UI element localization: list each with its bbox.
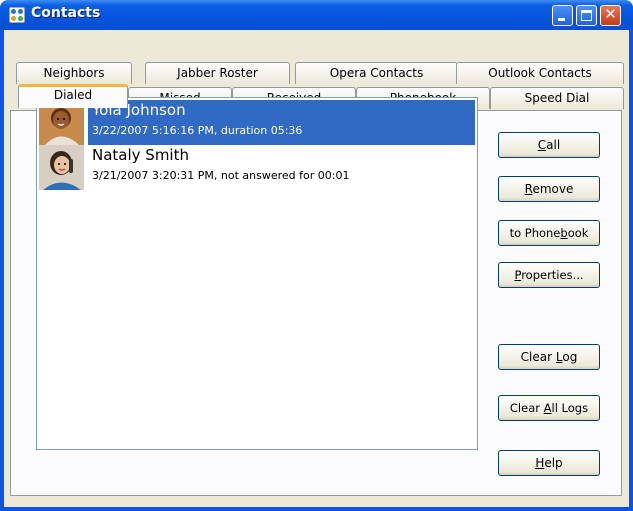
call-detail: 3/21/2007 3:20:31 PM, not answered for 0… xyxy=(92,169,350,182)
maximize-icon xyxy=(581,10,592,21)
minimize-button[interactable] xyxy=(552,5,573,26)
clear-log-button[interactable]: Clear Log xyxy=(498,344,600,370)
minimize-icon xyxy=(558,18,565,21)
contact-name: Nataly Smith xyxy=(92,146,189,164)
to-phonebook-label-post: ook xyxy=(567,226,589,240)
help-button[interactable]: Help xyxy=(498,450,600,476)
list-item-text: Yola Johnson 3/22/2007 5:16:16 PM, durat… xyxy=(88,100,475,145)
tab-dialed[interactable]: Dialed xyxy=(18,84,128,108)
tab-outlook-contacts[interactable]: Outlook Contacts xyxy=(456,62,624,84)
window-title: Contacts xyxy=(31,5,101,21)
remove-button-label-post: emove xyxy=(532,182,574,196)
clear-all-logs-label-pre: Clear xyxy=(509,401,544,415)
maximize-button[interactable] xyxy=(576,5,597,26)
call-button-label-post: all xyxy=(546,138,561,152)
clear-log-label-pre: Clear xyxy=(520,350,556,364)
clear-log-label-post: og xyxy=(562,350,578,364)
clear-all-logs-label-post: ll Logs xyxy=(551,401,589,415)
list-item-text: Nataly Smith 3/21/2007 3:20:31 PM, not a… xyxy=(88,145,475,190)
properties-label-post: roperties... xyxy=(521,268,584,282)
clear-all-logs-button[interactable]: Clear All Logs xyxy=(498,395,600,421)
call-button[interactable]: Call xyxy=(498,132,600,158)
tab-jabber-roster[interactable]: Jabber Roster xyxy=(145,62,290,84)
call-button-label-accel: C xyxy=(537,138,547,152)
close-icon: ✕ xyxy=(604,5,617,23)
properties-button[interactable]: Properties... xyxy=(498,262,600,288)
help-label-post: elp xyxy=(544,456,563,470)
contacts-app-icon xyxy=(9,7,25,23)
to-phonebook-label-pre: to Phone xyxy=(509,226,561,240)
clear-all-logs-label-accel: A xyxy=(543,401,552,415)
tab-neighbors[interactable]: Neighbors xyxy=(16,62,132,84)
remove-button[interactable]: Remove xyxy=(498,176,600,202)
contact-avatar-nataly xyxy=(39,145,84,190)
tab-opera-contacts[interactable]: Opera Contacts xyxy=(295,62,458,84)
list-item[interactable]: Nataly Smith 3/21/2007 3:20:31 PM, not a… xyxy=(39,145,475,190)
title-bar[interactable]: Contacts ✕ xyxy=(0,0,633,30)
help-label-accel: H xyxy=(535,456,545,470)
call-detail: 3/22/2007 5:16:16 PM, duration 05:36 xyxy=(92,124,303,137)
dialed-call-list[interactable]: Yola Johnson 3/22/2007 5:16:16 PM, durat… xyxy=(36,97,478,450)
close-button[interactable]: ✕ xyxy=(600,5,621,26)
to-phonebook-button[interactable]: to Phonebook xyxy=(498,220,600,246)
contacts-window: Contacts ✕ Neighbors Jabber Roster Opera… xyxy=(0,0,633,511)
tab-speed-dial[interactable]: Speed Dial xyxy=(490,87,624,109)
to-phonebook-label-accel: b xyxy=(560,226,568,240)
